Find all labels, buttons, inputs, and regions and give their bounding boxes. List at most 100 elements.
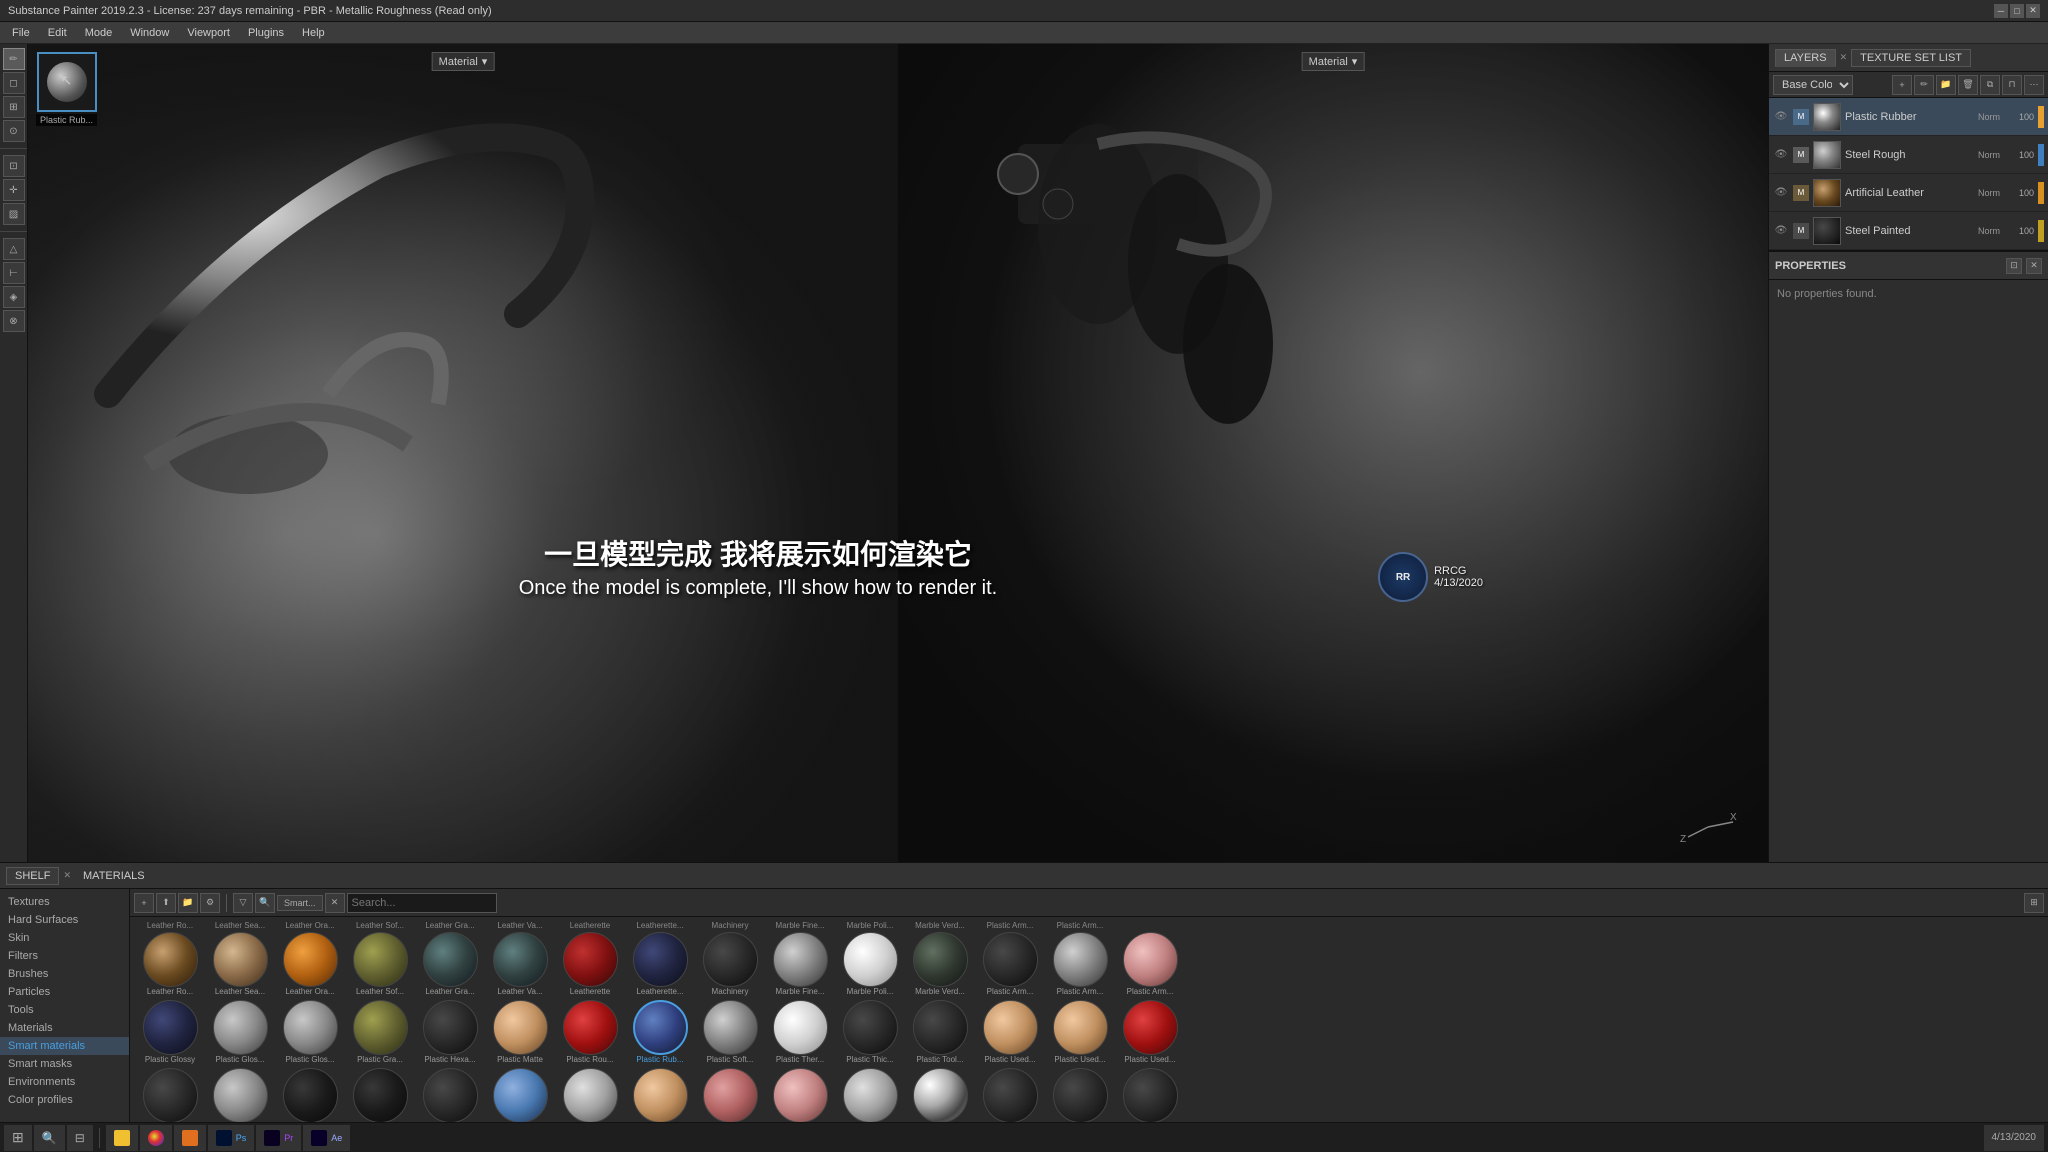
mat-plastic-tool[interactable]: Plastic Tool... [906,1000,974,1064]
taskbar-vlc[interactable] [174,1125,206,1151]
add-fill-layer-button[interactable]: + [1892,75,1912,95]
mat-plastic-arm2[interactable]: Plastic Arm... [1046,932,1114,996]
mat-rubber-dry[interactable]: Rubber Dry [276,1068,344,1122]
taskbar-premiere[interactable]: Pr [256,1125,301,1151]
tool-selection[interactable]: ⊡ [3,155,25,177]
taskbar-start[interactable]: ⊞ [4,1125,32,1151]
tab-texture-set[interactable]: TEXTURE SET LIST [1851,49,1971,67]
shelf-add-button[interactable]: + [134,893,154,913]
mat-steel-dark-s[interactable]: Steel Dark S... [1046,1068,1114,1122]
mat-plastic-gra[interactable]: Plastic Gra... [346,1000,414,1064]
mat-leather-sea[interactable]: Leather Sea... [206,932,274,996]
merge-layer-button[interactable]: ⊓ [2002,75,2022,95]
mat-plastic-arm3[interactable]: Plastic Arm... [1116,932,1184,996]
mat-skin-face[interactable]: Skin Face [626,1068,694,1122]
add-folder-button[interactable]: 📁 [1936,75,1956,95]
shelf-import-button[interactable]: ⬆ [156,893,176,913]
mat-plastic-glos2[interactable]: Plastic Glos... [206,1000,274,1064]
mat-plastic-rub[interactable]: Plastic Rub... [626,1000,694,1064]
tool-measure[interactable]: ⊢ [3,262,25,284]
layer-eye-1[interactable]: 👁 [1773,147,1789,163]
shelf-folder-button[interactable]: 📁 [178,893,198,913]
menu-edit[interactable]: Edit [40,25,75,41]
mat-leather-ro[interactable]: Leather Ro... [136,932,204,996]
shelf-filter-icon[interactable]: ⚙ [200,893,220,913]
layer-item-2[interactable]: 👁 M Artificial Leather Norm 100 [1769,174,2048,212]
taskbar-taskview[interactable]: ⊟ [67,1125,93,1151]
shelf-filter-button[interactable]: ▽ [233,893,253,913]
tab-materials[interactable]: MATERIALS [75,868,153,884]
mat-plastic-ther[interactable]: Plastic Ther... [766,1000,834,1064]
category-environments[interactable]: Environments [0,1073,129,1091]
tool-brush[interactable]: ✏ [3,48,25,70]
mat-plastic-glos3[interactable]: Plastic Glos... [276,1000,344,1064]
more-options-button[interactable]: ⋯ [2024,75,2044,95]
mat-leatherette[interactable]: Leatherette [556,932,624,996]
menu-mode[interactable]: Mode [77,25,121,41]
close-button[interactable]: ✕ [2026,4,2040,18]
mat-plastic-rou[interactable]: Plastic Rou... [556,1000,624,1064]
mat-skin-human[interactable]: Skin Huma... [766,1068,834,1122]
viewport-left[interactable]: ↖ Plastic Rub... Material ▾ [28,44,898,862]
mat-plastic-glossy1[interactable]: Plastic Glossy [136,1000,204,1064]
mat-plastic-used1[interactable]: Plastic Used... [976,1000,1044,1064]
mat-sapphire-c[interactable]: Sapphire C... [486,1068,554,1122]
properties-float-button[interactable]: ⊡ [2006,258,2022,274]
layer-eye-3[interactable]: 👁 [1773,223,1789,239]
mat-skin-feverish[interactable]: Skin Feverish [696,1068,764,1122]
tool-fill[interactable]: ▨ [3,203,25,225]
layer-item-0[interactable]: 👁 M Plastic Rubber Norm 100 [1769,98,2048,136]
tool-smudge[interactable]: ⊙ [3,120,25,142]
layer-item-1[interactable]: 👁 M Steel Rough Norm 100 [1769,136,2048,174]
category-particles[interactable]: Particles [0,983,129,1001]
mat-plastic-used2[interactable]: Plastic Used... [1046,1000,1114,1064]
shelf-filter-tag[interactable]: Smart... [277,895,323,911]
category-color-profiles[interactable]: Color profiles [0,1091,129,1109]
mat-plastic-thic[interactable]: Plastic Thic... [836,1000,904,1064]
taskbar-chrome[interactable] [140,1125,172,1151]
mat-machinery[interactable]: Machinery [696,932,764,996]
tool-geometry[interactable]: △ [3,238,25,260]
mat-marble-fine[interactable]: Marble Fine... [766,932,834,996]
mat-leather-va[interactable]: Leather Va... [486,932,554,996]
mat-plastic-arm1[interactable]: Plastic Arm... [976,932,1044,996]
mat-rubber-tre[interactable]: Rubber Tre... [416,1068,484,1122]
tab-layers[interactable]: LAYERS [1775,49,1836,67]
delete-layer-button[interactable]: 🗑 [1958,75,1978,95]
mat-plastic-used4[interactable]: Plastic Used... [136,1068,204,1122]
mat-marble-verd[interactable]: Marble Verd... [906,932,974,996]
mat-leather-sof[interactable]: Leather Sof... [346,932,414,996]
taskbar-photoshop[interactable]: Ps [208,1125,255,1151]
category-tools[interactable]: Tools [0,1001,129,1019]
mat-leatherette2[interactable]: Leatherette... [626,932,694,996]
layer-item-3[interactable]: 👁 M Steel Painted Norm 100 [1769,212,2048,250]
taskbar-explorer[interactable] [106,1125,138,1151]
layers-tab-close-icon[interactable]: ✕ [1840,52,1848,63]
material-thumb-box[interactable]: ↖ [37,52,97,112]
mat-steel-dark-a[interactable]: Steel Dark A... [976,1068,1044,1122]
maximize-button[interactable]: □ [2010,4,2024,18]
mat-leather-gra[interactable]: Leather Gra... [416,932,484,996]
mat-plastic-hexa[interactable]: Plastic Hexa... [416,1000,484,1064]
mat-steel-bright[interactable]: Steel Bright... [906,1068,974,1122]
mat-plastic-matte[interactable]: Plastic Matte [486,1000,554,1064]
shelf-search-input[interactable] [347,893,497,913]
mat-plastic-used5[interactable]: Plastic Used... [206,1068,274,1122]
mat-steel[interactable]: Steel [836,1068,904,1122]
tool-bake[interactable]: ⊗ [3,310,25,332]
mat-silver-armor[interactable]: Silver Armor [556,1068,624,1122]
menu-help[interactable]: Help [294,25,333,41]
category-skin[interactable]: Skin [0,929,129,947]
menu-plugins[interactable]: Plugins [240,25,292,41]
viewport-left-dropdown[interactable]: Material ▾ [432,52,495,71]
layer-eye-2[interactable]: 👁 [1773,185,1789,201]
menu-viewport[interactable]: Viewport [179,25,238,41]
category-smart-masks[interactable]: Smart masks [0,1055,129,1073]
mat-marble-poli[interactable]: Marble Poli... [836,932,904,996]
mat-rubber-tire[interactable]: Rubber Tire [346,1068,414,1122]
mat-steel-gun[interactable]: Steel Gun P... [1116,1068,1184,1122]
add-paint-layer-button[interactable]: ✏ [1914,75,1934,95]
menu-file[interactable]: File [4,25,38,41]
mat-plastic-used3[interactable]: Plastic Used... [1116,1000,1184,1064]
properties-close-button[interactable]: ✕ [2026,258,2042,274]
